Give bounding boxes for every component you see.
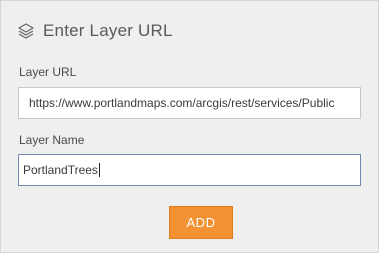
layer-name-label: Layer Name xyxy=(19,133,85,147)
layer-url-label: Layer URL xyxy=(19,65,77,79)
layer-name-value: PortlandTrees xyxy=(23,163,98,177)
layer-url-input[interactable]: https://www.portlandmaps.com/arcgis/rest… xyxy=(18,87,361,119)
add-button[interactable]: ADD xyxy=(169,206,233,239)
panel-header: Enter Layer URL xyxy=(17,19,173,43)
layers-icon xyxy=(17,22,35,40)
panel-title: Enter Layer URL xyxy=(43,21,173,40)
layer-name-input[interactable]: PortlandTrees xyxy=(18,154,361,186)
add-layer-panel: Enter Layer URL Layer URL https://www.po… xyxy=(0,0,379,253)
layer-url-value: https://www.portlandmaps.com/arcgis/rest… xyxy=(29,96,335,110)
text-caret xyxy=(98,163,100,177)
